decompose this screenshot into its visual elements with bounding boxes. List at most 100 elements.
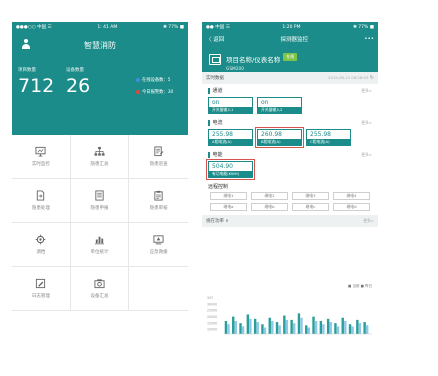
bar-chart-icon xyxy=(94,236,105,245)
current-a-phase[interactable]: 255.98 A相电流(A) xyxy=(208,129,253,146)
menu-item-label: 实时监控 xyxy=(31,162,50,167)
chart-bar xyxy=(241,326,245,334)
more-menu-button[interactable]: ••• xyxy=(364,36,374,42)
menu-item-hazard-summary[interactable]: 隐患汇总 xyxy=(70,135,130,179)
menu-item-hazard-handling[interactable]: 隐患处理 xyxy=(12,179,71,223)
chart-bar xyxy=(341,317,344,334)
menu-item-realtime-monitor[interactable]: 实时监控 xyxy=(12,135,71,179)
feature-menu-grid: 实时监控 隐患汇总 隐患巡查 隐患处理 隐患申报 隐患审核 调档 单位统计 应急… xyxy=(12,135,188,311)
chart-bar xyxy=(253,318,257,334)
chart-bar xyxy=(344,320,347,334)
chart-bar xyxy=(232,316,235,334)
chart-metric-dropdown[interactable]: 视在功率 ∨ xyxy=(206,218,229,224)
remote-control-title: 远程控制 xyxy=(208,184,229,190)
relay-button[interactable]: 继电d xyxy=(333,203,370,211)
user-icon[interactable] xyxy=(21,39,31,50)
reading-value: 255.98 xyxy=(310,131,331,138)
menu-empty-cell xyxy=(129,267,188,311)
chart-bar xyxy=(246,314,250,334)
carrier-signal: ●●●○○ 中国 ☰ xyxy=(16,25,52,30)
power-chart-header: 视在功率 ∨ 更多> xyxy=(202,215,378,227)
section-title: 电能 xyxy=(212,152,223,158)
reading-value: 260.98 xyxy=(261,131,282,138)
page-title: 探测器监控 xyxy=(280,37,309,43)
relay-button[interactable]: 继电b xyxy=(251,203,288,211)
menu-item-label: 应急救援 xyxy=(149,250,168,255)
relay-button[interactable]: 继电c xyxy=(292,203,329,211)
relay-button[interactable]: 继电1 xyxy=(210,192,247,200)
y-tick-label: 15000 xyxy=(207,321,217,325)
status-time: 1: 41 AM xyxy=(97,24,118,30)
chart-bar xyxy=(312,316,315,334)
stat-label: 项目数量 xyxy=(18,68,36,73)
monitor-icon xyxy=(35,146,46,157)
list-doc-icon xyxy=(95,190,104,201)
status-badge: 在线 xyxy=(283,53,298,61)
chart-bar xyxy=(283,315,286,334)
relay-button[interactable]: 继电2 xyxy=(251,192,288,200)
menu-item-log-management[interactable]: 日志管理 xyxy=(12,267,71,311)
section-channel: 通道 更多> on 开关量输入1 on 开关量输入2 xyxy=(202,84,378,116)
doc-arrow-icon xyxy=(37,190,45,201)
stats-legend: 在线设备数：5 今日报警数：30 xyxy=(136,75,173,99)
camera-icon xyxy=(94,279,105,289)
relay-button[interactable]: 继电3 xyxy=(292,192,329,200)
chart-bar xyxy=(305,325,308,334)
chart-bar xyxy=(334,323,337,334)
chart-bar xyxy=(227,324,230,334)
carrier-signal: ●● 中国 ☰ xyxy=(206,25,230,30)
menu-item-emergency-rescue[interactable]: 应急救援 xyxy=(129,223,188,267)
device-model: GSM200 xyxy=(226,66,244,72)
reading-value: 255.98 xyxy=(212,131,233,138)
refresh-icon[interactable]: ↻ xyxy=(370,75,374,81)
menu-item-label: 隐患巡查 xyxy=(149,162,168,167)
menu-item-label: 日志管理 xyxy=(31,294,50,299)
more-link[interactable]: 更多> xyxy=(361,152,372,158)
battery-status: ✱ 77% ■ xyxy=(163,24,184,30)
menu-item-unit-stats[interactable]: 单位统计 xyxy=(70,223,130,267)
channel-input-2[interactable]: on 开关量输入2 xyxy=(257,97,302,114)
menu-item-device-summary[interactable]: 设备汇总 xyxy=(70,267,130,311)
realtime-data-header: 实时数据 2019-06-12 08:26:03 ↻ xyxy=(202,72,378,84)
more-link[interactable]: 更多> xyxy=(363,218,374,224)
chart-bar xyxy=(319,320,323,334)
menu-item-hazard-report[interactable]: 隐患申报 xyxy=(70,179,130,223)
reading-value: 504.90 xyxy=(212,163,233,170)
relay-button[interactable]: 继电a xyxy=(210,203,247,211)
menu-item-label: 设备汇总 xyxy=(90,294,109,299)
reading-label: 开关量输入1 xyxy=(209,107,252,113)
alarm-dot-icon xyxy=(136,89,140,94)
pencil-doc-icon xyxy=(36,278,46,289)
section-title: 电流 xyxy=(212,120,223,126)
chart-bar xyxy=(297,313,301,334)
current-c-phase[interactable]: 255.98 C相电流(A) xyxy=(306,129,351,146)
chart-bar xyxy=(348,324,352,334)
chart-bar xyxy=(275,322,279,334)
menu-item-dispatch[interactable]: 调档 xyxy=(12,223,71,267)
active-energy[interactable]: 504.90 有功电能(KWH) xyxy=(206,159,255,180)
relay-button[interactable]: 继电4 xyxy=(333,192,370,200)
more-link[interactable]: 更多> xyxy=(361,88,372,94)
status-bar: ●● 中国 ☰ 1:20 PM ✱ 77% ■ xyxy=(202,22,378,32)
chart-bar xyxy=(263,327,267,334)
reading-label: A相电流(A) xyxy=(209,139,252,145)
more-link[interactable]: 更多> xyxy=(361,120,372,126)
current-b-phase[interactable]: 260.98 B相电流(A) xyxy=(255,127,304,148)
chart-bar xyxy=(268,317,271,334)
channel-input-1[interactable]: on 开关量输入1 xyxy=(208,97,253,114)
chart-bar xyxy=(271,320,274,334)
chart-bar xyxy=(261,324,264,334)
home-screen: ●●●○○ 中国 ☰ 1: 41 AM ✱ 77% ■ 智慧消防 项目数量 71… xyxy=(12,22,188,340)
y-tick-label: 347 xyxy=(207,296,213,300)
chart-bar xyxy=(351,326,354,334)
back-button[interactable]: 〈 返回 xyxy=(206,35,224,43)
menu-item-hazard-patrol[interactable]: 隐患巡查 xyxy=(129,135,188,179)
menu-item-hazard-review[interactable]: 隐患审核 xyxy=(129,179,188,223)
legend-online: 在线设备数：5 xyxy=(142,78,171,83)
realtime-timestamp: 2019-06-12 08:26:03 xyxy=(328,75,369,80)
gear-icon xyxy=(36,234,46,245)
chart-bar xyxy=(307,327,310,334)
chart-bar xyxy=(329,322,332,334)
menu-item-label: 隐患审核 xyxy=(149,206,168,211)
menu-item-label: 调档 xyxy=(36,250,46,255)
